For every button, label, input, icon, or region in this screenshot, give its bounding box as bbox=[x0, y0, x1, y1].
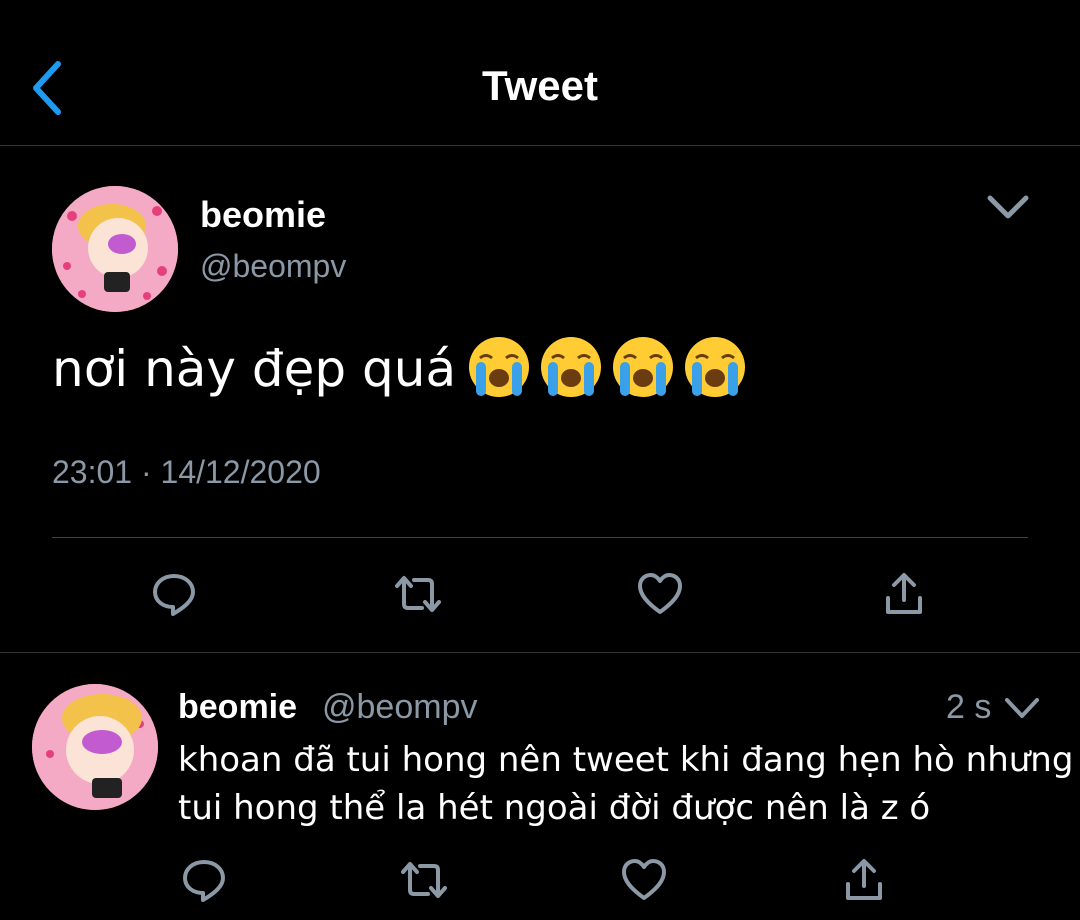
reply-author-handle[interactable]: @beompv bbox=[322, 688, 477, 727]
tweet-timestamp[interactable]: 23:01 · 14/12/2020 bbox=[52, 454, 321, 491]
retweet-button[interactable] bbox=[390, 566, 446, 622]
tweet-time: 23:01 bbox=[52, 454, 133, 490]
retweet-icon bbox=[401, 862, 447, 898]
reply-author-name[interactable]: beomie bbox=[178, 688, 297, 727]
reply-icon bbox=[153, 574, 195, 616]
loudly-crying-face-icon bbox=[541, 337, 601, 397]
divider bbox=[52, 537, 1028, 538]
page-title: Tweet bbox=[482, 62, 598, 109]
reply-text-line-1: khoan đã tui hong nên tweet khi đang hẹn… bbox=[178, 740, 1074, 780]
reply-time: 2 s bbox=[946, 688, 992, 726]
author-name[interactable]: beomie bbox=[200, 194, 326, 236]
top-bar: Tweet bbox=[0, 0, 1080, 146]
reply-share-button[interactable] bbox=[836, 852, 892, 908]
avatar-image bbox=[32, 684, 158, 810]
reply-avatar[interactable] bbox=[32, 684, 158, 810]
reply-like-button[interactable] bbox=[616, 852, 672, 908]
share-icon bbox=[886, 573, 922, 614]
avatar-image bbox=[52, 186, 178, 312]
reply-options-button[interactable] bbox=[1004, 696, 1040, 720]
tweet-options-button[interactable] bbox=[986, 192, 1030, 222]
loudly-crying-face-icon bbox=[469, 337, 529, 397]
chevron-down-icon bbox=[1005, 698, 1039, 718]
author-handle[interactable]: @beompv bbox=[200, 248, 346, 285]
tweet-date: 14/12/2020 bbox=[160, 454, 321, 490]
share-button[interactable] bbox=[876, 566, 932, 622]
share-icon bbox=[846, 859, 882, 900]
like-icon bbox=[638, 573, 682, 614]
tweet-emojis bbox=[466, 334, 748, 400]
like-icon bbox=[622, 859, 666, 900]
reply-retweet-button[interactable] bbox=[396, 852, 452, 908]
reply-reply-button[interactable] bbox=[176, 852, 232, 908]
reply-text-line-2: tui hong thể la hét ngoài đời được nên l… bbox=[178, 788, 931, 828]
meta-separator: · bbox=[140, 454, 152, 490]
reply-button[interactable] bbox=[146, 566, 202, 622]
like-button[interactable] bbox=[632, 566, 688, 622]
retweet-icon bbox=[395, 576, 441, 612]
reply-icon bbox=[183, 860, 225, 902]
loudly-crying-face-icon bbox=[685, 337, 745, 397]
avatar[interactable] bbox=[52, 186, 178, 312]
loudly-crying-face-icon bbox=[613, 337, 673, 397]
tweet-text: nơi này đẹp quá bbox=[52, 340, 457, 398]
chevron-down-icon bbox=[987, 195, 1029, 219]
section-divider bbox=[0, 652, 1080, 653]
